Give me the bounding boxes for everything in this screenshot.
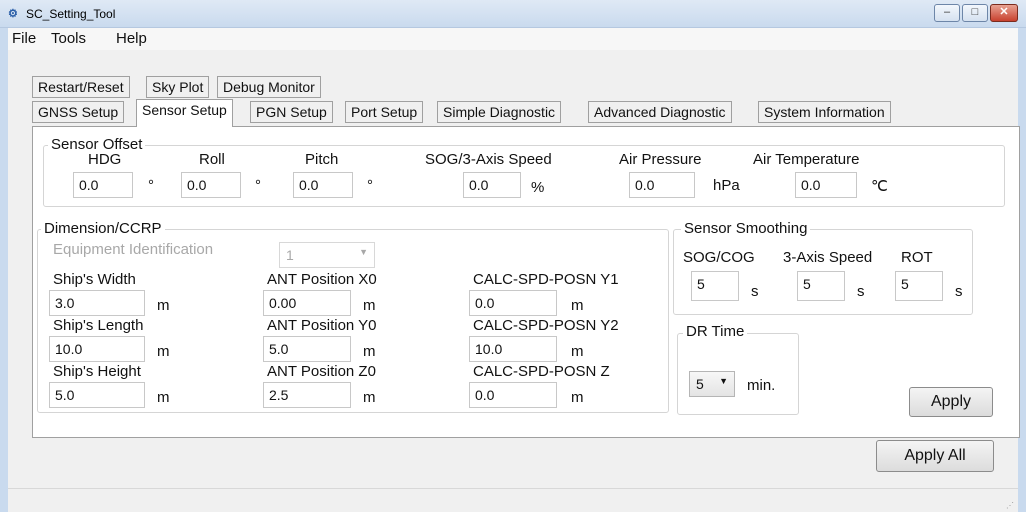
ant-x0-field[interactable]: 0.00 (263, 290, 351, 316)
tab-port-setup[interactable]: Port Setup (345, 101, 424, 123)
roll-label: Roll (199, 151, 225, 168)
sog-cog-field[interactable]: 5 (691, 271, 739, 301)
sog-cog-label: SOG/COG (683, 249, 755, 266)
calc-spd-posn-y1-label: CALC-SPD-POSN Y1 (473, 271, 619, 288)
window-frame-left (0, 28, 8, 512)
tab-simple-diagnostic[interactable]: Simple Diagnostic (437, 101, 562, 123)
calc-spd-posn-z-field[interactable]: 0.0 (469, 382, 557, 408)
ship-length-unit: m (157, 343, 170, 360)
air-pressure-label: Air Pressure (619, 151, 702, 168)
sog-unit: % (531, 179, 545, 196)
title-bar[interactable]: ⚙ SC_Setting_Tool – □ ✕ (0, 0, 1026, 28)
ant-y0-field[interactable]: 5.0 (263, 336, 351, 362)
tab-advanced-diagnostic[interactable]: Advanced Diagnostic (588, 101, 732, 123)
tab-system-information[interactable]: System Information (758, 101, 891, 123)
chevron-down-icon: ▼ (719, 376, 728, 386)
air-pressure-field[interactable]: 0.0 (629, 172, 695, 198)
window-title: SC_Setting_Tool (26, 7, 116, 21)
pitch-field[interactable]: 0.0 (293, 172, 353, 198)
rot-label: ROT (901, 249, 933, 266)
pitch-unit: ° (367, 177, 373, 194)
ant-z0-unit: m (363, 389, 376, 406)
chevron-down-icon: ▼ (359, 247, 368, 257)
menu-help[interactable]: Help (116, 30, 147, 47)
hdg-unit: ° (148, 177, 154, 194)
rot-field[interactable]: 5 (895, 271, 943, 301)
tab-restart-reset[interactable]: Restart/Reset (32, 76, 130, 98)
roll-field[interactable]: 0.0 (181, 172, 241, 198)
ship-width-field[interactable]: 3.0 (49, 290, 145, 316)
calc-spd-posn-y1-unit: m (571, 297, 584, 314)
minimize-icon[interactable]: – (934, 4, 960, 22)
sensor-smoothing-title: Sensor Smoothing (681, 220, 811, 237)
calc-spd-posn-z-label: CALC-SPD-POSN Z (473, 363, 610, 380)
ship-height-unit: m (157, 389, 170, 406)
roll-unit: ° (255, 177, 261, 194)
tab-sky-plot[interactable]: Sky Plot (146, 76, 210, 98)
menu-file[interactable]: File (12, 30, 36, 47)
calc-spd-posn-y2-unit: m (571, 343, 584, 360)
ship-height-field[interactable]: 5.0 (49, 382, 145, 408)
air-pressure-unit: hPa (713, 177, 740, 194)
tab-debug-monitor[interactable]: Debug Monitor (217, 76, 321, 98)
dr-time-value: 5 (696, 376, 704, 392)
hdg-label: HDG (88, 151, 122, 168)
apply-button[interactable]: Apply (909, 387, 993, 417)
ant-z0-label: ANT Position Z0 (267, 363, 376, 380)
sog-label: SOG/3-Axis Speed (425, 151, 552, 168)
maximize-icon[interactable]: □ (962, 4, 988, 22)
menu-tools[interactable]: Tools (51, 30, 86, 47)
dr-time-select[interactable]: 5 ▼ (689, 371, 735, 397)
dr-time-unit: min. (747, 377, 776, 394)
ship-length-label: Ship's Length (53, 317, 144, 334)
resize-grip-icon[interactable]: ⋰ (1006, 501, 1014, 510)
ship-width-label: Ship's Width (53, 271, 136, 288)
sog-cog-unit: s (751, 283, 759, 300)
ant-z0-field[interactable]: 2.5 (263, 382, 351, 408)
ship-width-unit: m (157, 297, 170, 314)
tab-pgn-setup[interactable]: PGN Setup (250, 101, 333, 123)
equipment-id-select: 1 ▼ (279, 242, 375, 268)
apply-all-button[interactable]: Apply All (876, 440, 994, 472)
hdg-field[interactable]: 0.0 (73, 172, 133, 198)
ant-x0-label: ANT Position X0 (267, 271, 377, 288)
sog-field[interactable]: 0.0 (463, 172, 521, 198)
app-icon: ⚙ (8, 8, 18, 20)
air-temperature-label: Air Temperature (753, 151, 860, 168)
menu-bar: File Tools Help (8, 28, 1018, 50)
ship-height-label: Ship's Height (53, 363, 141, 380)
dr-time-title: DR Time (683, 323, 748, 340)
calc-spd-posn-z-unit: m (571, 389, 584, 406)
tab-gnss-setup[interactable]: GNSS Setup (32, 101, 125, 123)
calc-spd-posn-y2-field[interactable]: 10.0 (469, 336, 557, 362)
calc-spd-posn-y2-label: CALC-SPD-POSN Y2 (473, 317, 619, 334)
close-icon[interactable]: ✕ (990, 4, 1018, 22)
air-temperature-field[interactable]: 0.0 (795, 172, 857, 198)
ship-length-field[interactable]: 10.0 (49, 336, 145, 362)
calc-spd-posn-y1-field[interactable]: 0.0 (469, 290, 557, 316)
ant-x0-unit: m (363, 297, 376, 314)
pitch-label: Pitch (305, 151, 339, 168)
three-axis-speed-field[interactable]: 5 (797, 271, 845, 301)
equipment-id-value: 1 (286, 247, 294, 263)
dimension-ccrp-title: Dimension/CCRP (41, 220, 165, 237)
equipment-id-label: Equipment Identification (53, 241, 214, 258)
three-axis-speed-unit: s (857, 283, 865, 300)
rot-unit: s (955, 283, 963, 300)
status-bar: ⋰ (8, 488, 1018, 512)
ant-y0-unit: m (363, 343, 376, 360)
tab-sensor-setup[interactable]: Sensor Setup (136, 99, 233, 127)
three-axis-speed-label: 3-Axis Speed (783, 249, 873, 266)
air-temperature-unit: ℃ (871, 178, 888, 195)
sensor-setup-panel: Sensor Offset HDG 0.0 ° Roll 0.0 ° Pitch… (32, 126, 1020, 438)
ant-y0-label: ANT Position Y0 (267, 317, 377, 334)
